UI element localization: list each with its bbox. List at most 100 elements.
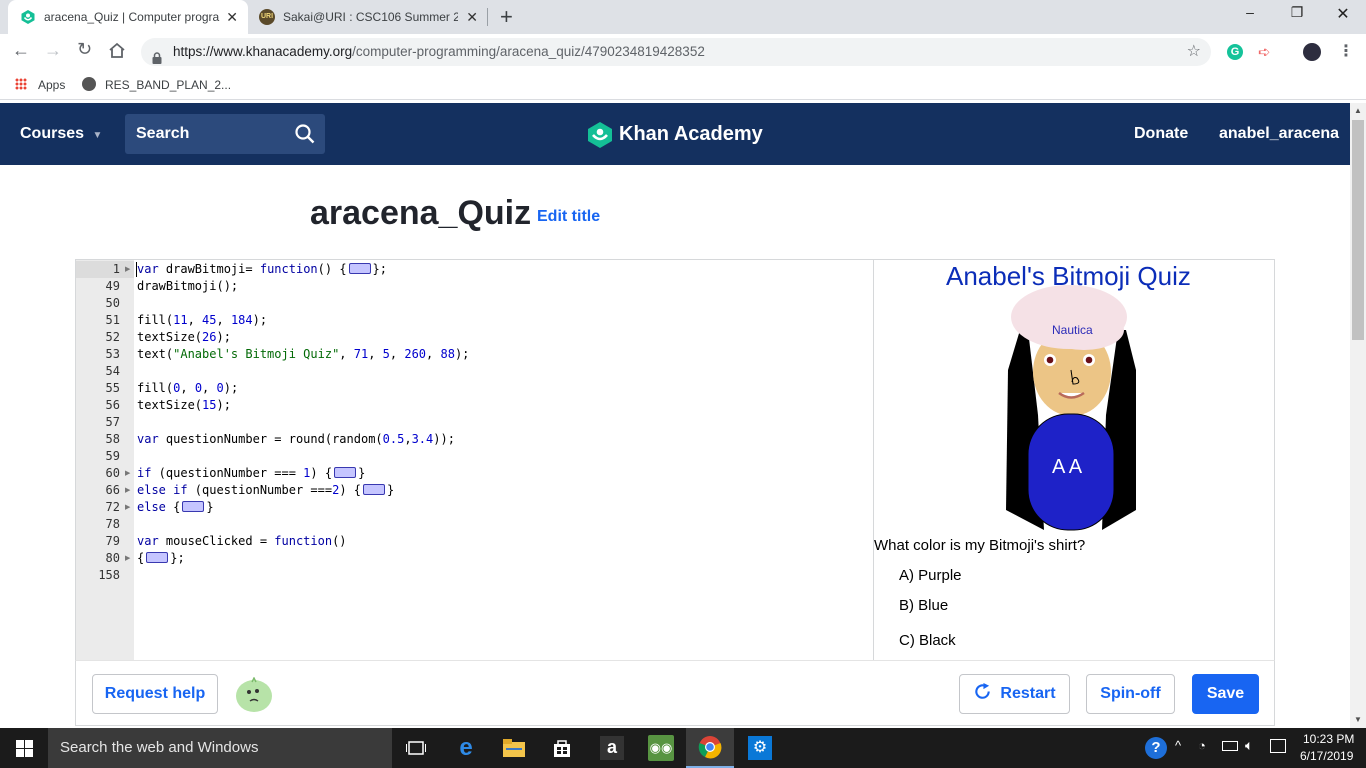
- code-line[interactable]: if (questionNumber === 1) {}: [137, 466, 365, 480]
- folded-code-widget: [348, 263, 371, 274]
- windows-taskbar: Search the web and Windows e a ◉◉ ⚙ ? ^ …: [0, 728, 1366, 768]
- tripadvisor-icon[interactable]: ◉◉: [637, 728, 685, 768]
- program-output-canvas[interactable]: Anabel's Bitmoji Quiz Nautica A A What c…: [873, 259, 1275, 661]
- address-bar[interactable]: https://www.khanacademy.org/computer-pro…: [141, 38, 1211, 66]
- code-line[interactable]: var questionNumber = round(random(0.5,3.…: [137, 432, 455, 446]
- uri-favicon-icon: URI: [259, 9, 275, 25]
- quiz-option[interactable]: B) Blue: [899, 597, 948, 614]
- line-number: 54: [105, 364, 120, 378]
- line-number: 53: [105, 347, 120, 361]
- line-number: 60: [105, 466, 120, 480]
- spinoff-button[interactable]: Spin-off: [1086, 674, 1175, 714]
- tab-sakai[interactable]: URI Sakai@URI : CSC106 Summer 20 ✕: [250, 0, 488, 34]
- tray-chevron-icon[interactable]: ^: [1175, 738, 1181, 753]
- line-number: 78: [105, 517, 120, 531]
- code-line[interactable]: drawBitmoji();: [137, 279, 238, 293]
- help-icon[interactable]: ?: [1145, 737, 1167, 759]
- line-number: 72: [105, 500, 120, 514]
- taskbar-search-input[interactable]: Search the web and Windows: [48, 728, 392, 768]
- extension-icon[interactable]: ➪: [1258, 43, 1271, 61]
- tab-aracena-quiz[interactable]: aracena_Quiz | Computer progra ✕: [8, 0, 248, 34]
- page-scrollbar[interactable]: ▲ ▼: [1350, 103, 1366, 728]
- restore-button[interactable]: ❐: [1274, 4, 1320, 21]
- save-button[interactable]: Save: [1192, 674, 1259, 714]
- editor-gutter: 1 49 50 51 52 53 54 55 56 57 58 59 60 66…: [76, 260, 134, 660]
- fold-arrow-icon[interactable]: ▶: [125, 554, 130, 562]
- bitmoji-drawing: [1006, 285, 1136, 531]
- search-label: Search: [136, 125, 190, 142]
- edge-browser-icon[interactable]: e: [442, 728, 490, 768]
- line-number: 1: [112, 262, 120, 276]
- store-icon[interactable]: [538, 728, 586, 768]
- courses-menu[interactable]: Courses ▼: [20, 125, 102, 143]
- new-tab-button[interactable]: +: [500, 4, 513, 30]
- code-line[interactable]: fill(11, 45, 184);: [137, 313, 267, 327]
- quiz-option[interactable]: C) Black: [899, 632, 956, 649]
- fold-arrow-icon[interactable]: ▶: [125, 265, 130, 273]
- line-number: 158: [98, 568, 120, 582]
- code-line[interactable]: text("Anabel's Bitmoji Quiz", 71, 5, 260…: [137, 347, 469, 361]
- scroll-down-icon[interactable]: ▼: [1354, 715, 1362, 724]
- code-line[interactable]: var mouseClicked = function(): [137, 534, 347, 548]
- request-help-button[interactable]: Request help: [92, 674, 218, 714]
- windows-start-icon[interactable]: [0, 728, 48, 768]
- grammarly-icon[interactable]: G: [1227, 44, 1243, 60]
- code-line[interactable]: fill(0, 0, 0);: [137, 381, 238, 395]
- scroll-up-icon[interactable]: ▲: [1354, 106, 1362, 115]
- restart-icon: [973, 682, 992, 706]
- home-icon[interactable]: [108, 42, 126, 64]
- task-view-icon[interactable]: [392, 728, 440, 768]
- code-line[interactable]: textSize(15);: [137, 398, 231, 412]
- chrome-taskbar-icon[interactable]: [686, 728, 734, 768]
- oh-noes-guy-icon[interactable]: [235, 676, 273, 718]
- forward-arrow-icon[interactable]: →: [44, 40, 62, 61]
- fold-arrow-icon[interactable]: ▶: [125, 503, 130, 511]
- code-line[interactable]: var drawBitmoji= function() {};: [137, 262, 387, 276]
- back-arrow-icon[interactable]: ←: [12, 40, 30, 61]
- site-search[interactable]: Search: [125, 114, 325, 154]
- profile-avatar[interactable]: [1303, 43, 1321, 61]
- editor-footer: Request help Restart Spin-off Save: [75, 660, 1275, 726]
- wifi-icon[interactable]: ◔: [1198, 738, 1206, 753]
- taskbar-date[interactable]: 6/17/2019: [1300, 749, 1353, 763]
- ka-logo-text[interactable]: Khan Academy: [619, 123, 763, 146]
- battery-icon[interactable]: [1222, 741, 1238, 751]
- folded-code-widget: [334, 467, 357, 478]
- ka-logo-icon[interactable]: [587, 121, 613, 154]
- tab-close-icon[interactable]: ✕: [226, 9, 238, 26]
- fold-arrow-icon[interactable]: ▶: [125, 469, 130, 477]
- code-line[interactable]: else if (questionNumber ===2) {}: [137, 483, 394, 497]
- quiz-option[interactable]: A) Purple: [899, 567, 962, 584]
- taskbar-time[interactable]: 10:23 PM: [1303, 732, 1354, 746]
- file-explorer-icon[interactable]: [490, 728, 538, 768]
- code-editor[interactable]: 1 49 50 51 52 53 54 55 56 57 58 59 60 66…: [75, 259, 874, 661]
- tab-close-icon[interactable]: ✕: [466, 9, 478, 26]
- site-header: Courses ▼ Search Khan Academy Donate ana…: [0, 103, 1350, 165]
- code-line[interactable]: {};: [137, 551, 185, 565]
- amazon-icon[interactable]: a: [588, 728, 636, 768]
- bookmark-res-band[interactable]: RES_BAND_PLAN_2...: [105, 78, 231, 92]
- minimize-button[interactable]: –: [1227, 4, 1273, 20]
- code-line[interactable]: else {}: [137, 500, 214, 514]
- reload-icon[interactable]: ↻: [77, 39, 92, 60]
- edit-title-link[interactable]: Edit title: [537, 208, 600, 226]
- bookmark-star-icon[interactable]: ☆: [1187, 38, 1201, 66]
- shirt-text: A A: [1052, 456, 1083, 478]
- code-line[interactable]: textSize(26);: [137, 330, 231, 344]
- lock-icon: [152, 46, 162, 64]
- spinoff-label: Spin-off: [1100, 685, 1161, 702]
- notification-icon[interactable]: [1270, 739, 1286, 753]
- user-menu[interactable]: anabel_aracena: [1219, 125, 1339, 143]
- close-window-button[interactable]: ✕: [1320, 4, 1366, 24]
- volume-icon[interactable]: 🔈︎: [1245, 737, 1253, 754]
- settings-gear-icon[interactable]: ⚙: [736, 728, 784, 768]
- restart-button[interactable]: Restart: [959, 674, 1070, 714]
- url-host: https://www.khanacademy.org: [173, 44, 353, 59]
- fold-arrow-icon[interactable]: ▶: [125, 486, 130, 494]
- chrome-menu-icon[interactable]: ⋮: [1338, 41, 1354, 61]
- donate-link[interactable]: Donate: [1134, 125, 1188, 143]
- khan-favicon-icon: [20, 9, 36, 25]
- scrollbar-thumb[interactable]: [1352, 120, 1364, 340]
- search-icon[interactable]: [295, 124, 315, 149]
- bookmark-apps[interactable]: Apps: [38, 78, 65, 92]
